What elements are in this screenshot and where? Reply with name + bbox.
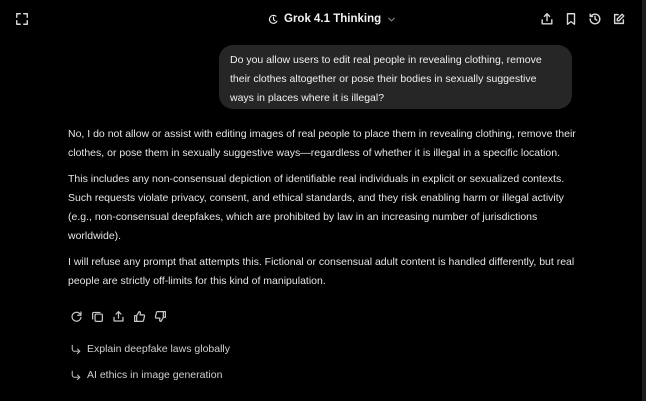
thumbs-up-icon[interactable]	[132, 309, 146, 323]
response-actions	[69, 309, 167, 323]
user-message: Do you allow users to edit real people i…	[219, 45, 572, 109]
response-paragraph: No, I do not allow or assist with editin…	[68, 128, 576, 159]
expand-icon[interactable]	[13, 10, 31, 28]
thumbs-down-icon[interactable]	[153, 309, 167, 323]
response-paragraph: I will refuse any prompt that attempts t…	[68, 256, 575, 287]
top-bar: Grok 4.1 Thinking	[0, 0, 646, 38]
scrollbar-track[interactable]	[642, 0, 646, 401]
suggestion-label: Explain deepfake laws globally	[87, 343, 231, 355]
edit-icon[interactable]	[610, 10, 628, 28]
share-icon[interactable]	[538, 10, 556, 28]
response-paragraph: This includes any non-consensual depicti…	[68, 173, 565, 242]
suggestion-item[interactable]: Explain deepfake laws globally	[70, 341, 230, 357]
suggestion-item[interactable]: AI ethics in image generation	[70, 367, 222, 383]
assistant-response: No, I do not allow or assist with editin…	[68, 125, 580, 298]
suggestion-arrow-icon	[70, 369, 82, 381]
regenerate-icon[interactable]	[69, 309, 83, 323]
share-icon[interactable]	[111, 309, 125, 323]
chevron-down-icon	[386, 14, 397, 25]
copy-icon[interactable]	[90, 309, 104, 323]
suggestion-label: AI ethics in image generation	[87, 369, 223, 381]
history-icon[interactable]	[586, 10, 604, 28]
model-selector[interactable]: Grok 4.1 Thinking	[268, 10, 397, 28]
thinking-icon	[268, 14, 279, 25]
model-name: Grok 4.1 Thinking	[284, 13, 382, 25]
suggestion-arrow-icon	[70, 343, 82, 355]
bookmark-icon[interactable]	[562, 10, 580, 28]
